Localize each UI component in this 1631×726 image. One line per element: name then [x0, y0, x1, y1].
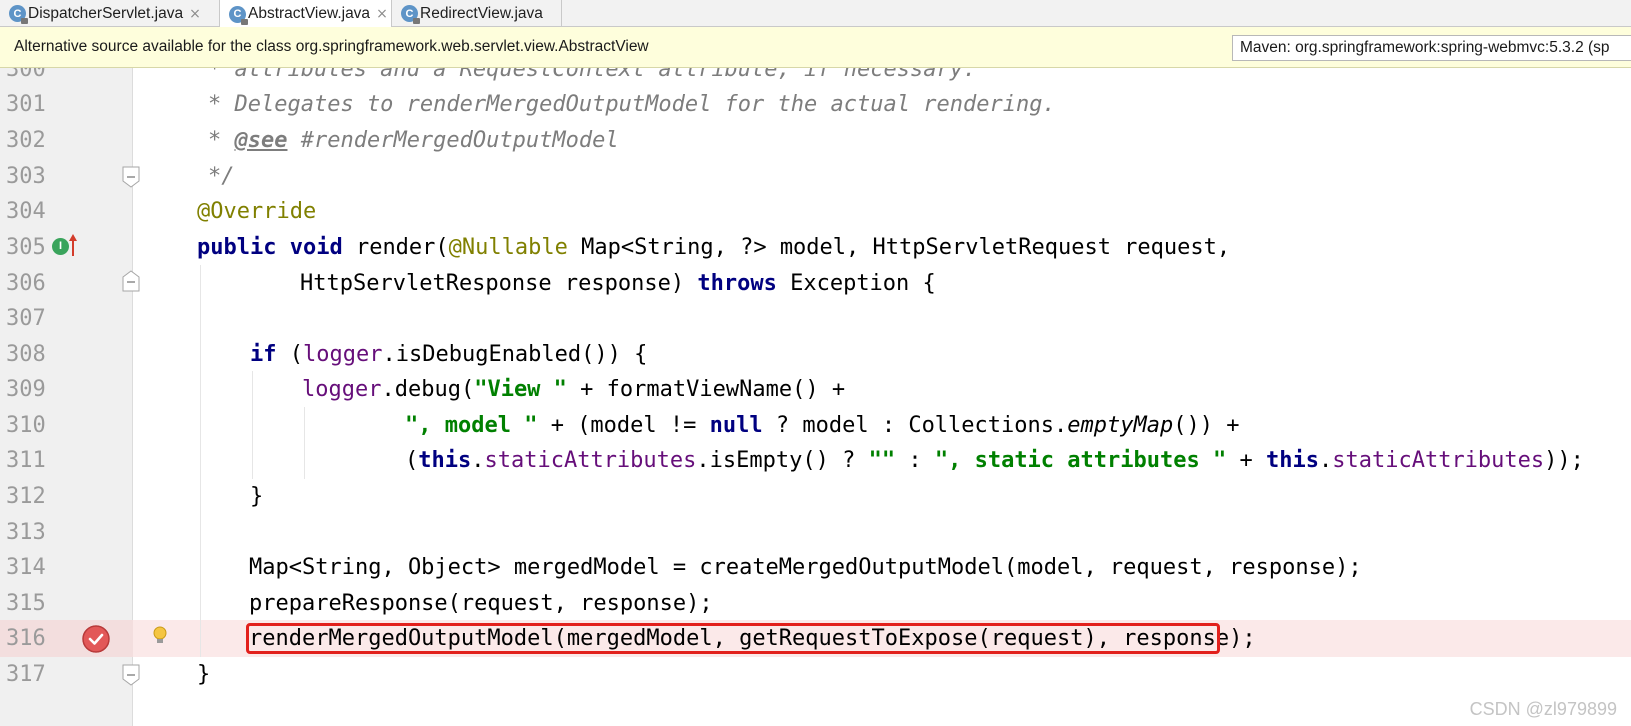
code-line: 313 [0, 514, 1631, 551]
line-number: 306 [6, 271, 46, 296]
code-line: 309 logger.debug("View " + formatViewNam… [0, 371, 1631, 408]
java-class-icon: C [9, 5, 28, 24]
code-line: 311 (this.staticAttributes.isEmpty() ? "… [0, 442, 1631, 479]
tab-redirect-view[interactable]: C RedirectView.java [392, 0, 562, 27]
line-number: 300 [6, 68, 46, 82]
close-tab-icon[interactable]: × [376, 6, 388, 22]
line-number: 307 [6, 306, 46, 331]
code-line: 304 @Override [0, 193, 1631, 230]
line-number: 303 [6, 164, 46, 189]
code-line: 300 * attributes and a RequestContext at… [0, 68, 1631, 88]
javadoc-comment: * attributes and a RequestContext attrib… [208, 68, 977, 82]
breakpoint-icon[interactable] [82, 625, 110, 653]
highlight-annotation-box [246, 623, 1220, 654]
fold-end-icon[interactable] [122, 166, 140, 188]
fold-start-icon[interactable] [122, 270, 140, 292]
code-line: 306 HttpServletResponse response) throws… [0, 265, 1631, 302]
line-number: 312 [6, 484, 46, 509]
editor-tab-bar: C DispatcherServlet.java × C AbstractVie… [0, 0, 1631, 28]
code-line: 308 if (logger.isDebugEnabled()) { [0, 336, 1631, 373]
java-class-icon: C [401, 5, 420, 24]
close-tab-icon[interactable]: × [189, 6, 201, 22]
line-number: 304 [6, 199, 46, 224]
notification-message: Alternative source available for the cla… [14, 38, 649, 55]
code-line: 303 */ [0, 158, 1631, 195]
tab-label: RedirectView.java [420, 4, 543, 22]
override-up-arrow-icon[interactable] [68, 233, 78, 257]
java-class-icon: C [229, 5, 248, 25]
javadoc-comment: * Delegates to renderMergedOutputModel f… [208, 92, 1056, 117]
code-line: 314 Map<String, Object> mergedModel = cr… [0, 549, 1631, 586]
annotation: @Override [197, 199, 317, 224]
line-number: 308 [6, 342, 46, 367]
code-line: 315 prepareResponse(request, response); [0, 585, 1631, 622]
tab-abstract-view[interactable]: C AbstractView.java × [220, 0, 392, 28]
code-line: 305 I public void render(@Nullable Map<S… [0, 229, 1631, 266]
source-select-dropdown[interactable]: Maven: org.springframework:spring-webmvc… [1232, 35, 1631, 61]
tab-label: AbstractView.java [248, 5, 371, 22]
line-number: 309 [6, 377, 46, 402]
code-line: 301 * Delegates to renderMergedOutputMod… [0, 86, 1631, 123]
tab-dispatcher-servlet[interactable]: C DispatcherServlet.java × [0, 0, 220, 27]
fold-end-icon[interactable] [122, 664, 140, 686]
line-number: 311 [6, 448, 46, 473]
tab-label: DispatcherServlet.java [28, 4, 184, 22]
watermark: CSDN @zl979899 [1469, 699, 1617, 719]
code-line: 302 * @see #renderMergedOutputModel [0, 122, 1631, 159]
code-line: 312 } [0, 478, 1631, 515]
line-number: 317 [6, 662, 46, 687]
code-line: 310 ", model " + (model != null ? model … [0, 407, 1631, 444]
javadoc-see-tag: @see [234, 128, 288, 153]
line-number: 314 [6, 555, 46, 580]
implementing-method-icon[interactable]: I [52, 238, 69, 255]
line-number: 313 [6, 520, 46, 545]
alternative-source-notification: Alternative source available for the cla… [0, 27, 1631, 68]
line-number: 301 [6, 92, 46, 117]
current-execution-line: 316 renderMergedOutputModel(mergedModel,… [0, 620, 1631, 657]
code-line: 307 [0, 300, 1631, 337]
line-number: 316 [0, 620, 133, 657]
intention-bulb-icon[interactable] [153, 626, 167, 646]
line-number: 310 [6, 413, 46, 438]
code-editor[interactable]: 300 * attributes and a RequestContext at… [0, 68, 1631, 726]
code-line: 317 } [0, 656, 1631, 693]
line-number: 302 [6, 128, 46, 153]
line-number: 315 [6, 591, 46, 616]
